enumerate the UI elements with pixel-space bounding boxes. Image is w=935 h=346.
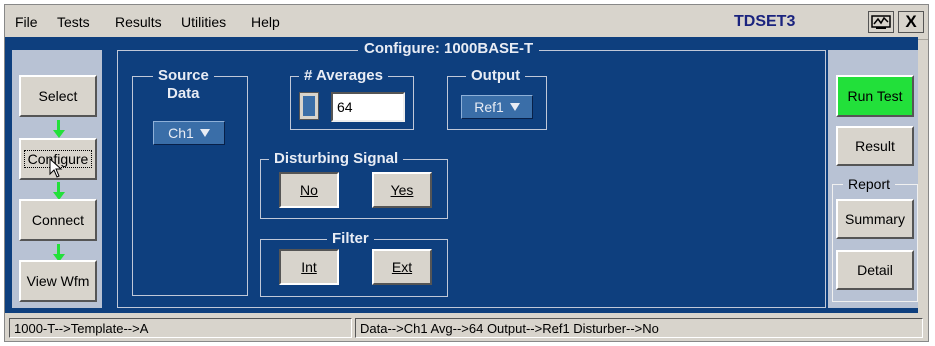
- filter-int-button[interactable]: Int: [279, 249, 339, 285]
- disturbing-no-button[interactable]: No: [279, 172, 339, 208]
- menu-file[interactable]: File: [15, 14, 38, 30]
- report-group-title: Report: [843, 176, 896, 192]
- filter-ext-button[interactable]: Ext: [372, 249, 432, 285]
- menu-bar: File Tests Results Utilities Help TDSET3…: [5, 5, 928, 40]
- output-value: Ref1: [474, 99, 504, 115]
- averages-input[interactable]: 64: [331, 92, 405, 122]
- detail-button[interactable]: Detail: [836, 250, 914, 290]
- select-button[interactable]: Select: [19, 75, 97, 117]
- filter-int-label: Int: [301, 259, 317, 275]
- averages-group-title: # Averages: [299, 67, 388, 84]
- status-bar-right: Data-->Ch1 Avg-->64 Output-->Ref1 Distur…: [355, 318, 923, 338]
- run-test-button[interactable]: Run Test: [836, 75, 914, 117]
- run-test-label: Run Test: [847, 88, 903, 104]
- close-button[interactable]: X: [898, 11, 924, 33]
- app-title: TDSET3: [734, 13, 796, 30]
- cursor-icon: [49, 158, 63, 178]
- disturbing-yes-label: Yes: [390, 182, 414, 198]
- filter-ext-label: Ext: [391, 259, 413, 275]
- summary-button[interactable]: Summary: [836, 199, 914, 239]
- menu-utilities[interactable]: Utilities: [181, 14, 226, 30]
- dropdown-arrow-icon: [509, 103, 520, 111]
- flow-arrow-icon: [51, 182, 65, 200]
- view-wfm-button[interactable]: View Wfm: [19, 260, 97, 302]
- source-value: Ch1: [168, 125, 194, 141]
- status-bar-left: 1000-T-->Template-->A: [9, 318, 352, 338]
- connect-button[interactable]: Connect: [19, 199, 97, 241]
- menu-help[interactable]: Help: [251, 14, 280, 30]
- source-group-title: Source: [153, 67, 214, 84]
- output-dropdown[interactable]: Ref1: [461, 95, 533, 119]
- waveform-icon: [871, 15, 891, 29]
- select-label: Select: [38, 88, 78, 104]
- detail-label: Detail: [857, 262, 893, 278]
- panel-title: Configure: 1000BASE-T: [358, 40, 540, 57]
- source-subtitle: Data: [167, 85, 200, 102]
- menu-results[interactable]: Results: [115, 14, 162, 30]
- summary-label: Summary: [845, 211, 905, 227]
- filter-group-title: Filter: [327, 230, 374, 247]
- output-group-title: Output: [466, 67, 526, 84]
- result-button[interactable]: Result: [836, 126, 914, 166]
- menu-tests[interactable]: Tests: [57, 14, 90, 30]
- flow-arrow-icon: [51, 120, 65, 138]
- source-group: Source Data: [132, 67, 248, 296]
- disturbing-no-label: No: [300, 182, 318, 198]
- keypad-icon[interactable]: [299, 92, 319, 120]
- dropdown-arrow-icon: [199, 129, 210, 137]
- minimize-icon[interactable]: [868, 11, 894, 33]
- result-label: Result: [855, 138, 895, 154]
- connect-label: Connect: [31, 212, 85, 228]
- source-dropdown[interactable]: Ch1: [153, 121, 225, 145]
- view-wfm-label: View Wfm: [26, 273, 90, 289]
- disturbing-yes-button[interactable]: Yes: [372, 172, 432, 208]
- configure-button[interactable]: Configure: [19, 138, 97, 180]
- disturbing-signal-title: Disturbing Signal: [269, 150, 404, 167]
